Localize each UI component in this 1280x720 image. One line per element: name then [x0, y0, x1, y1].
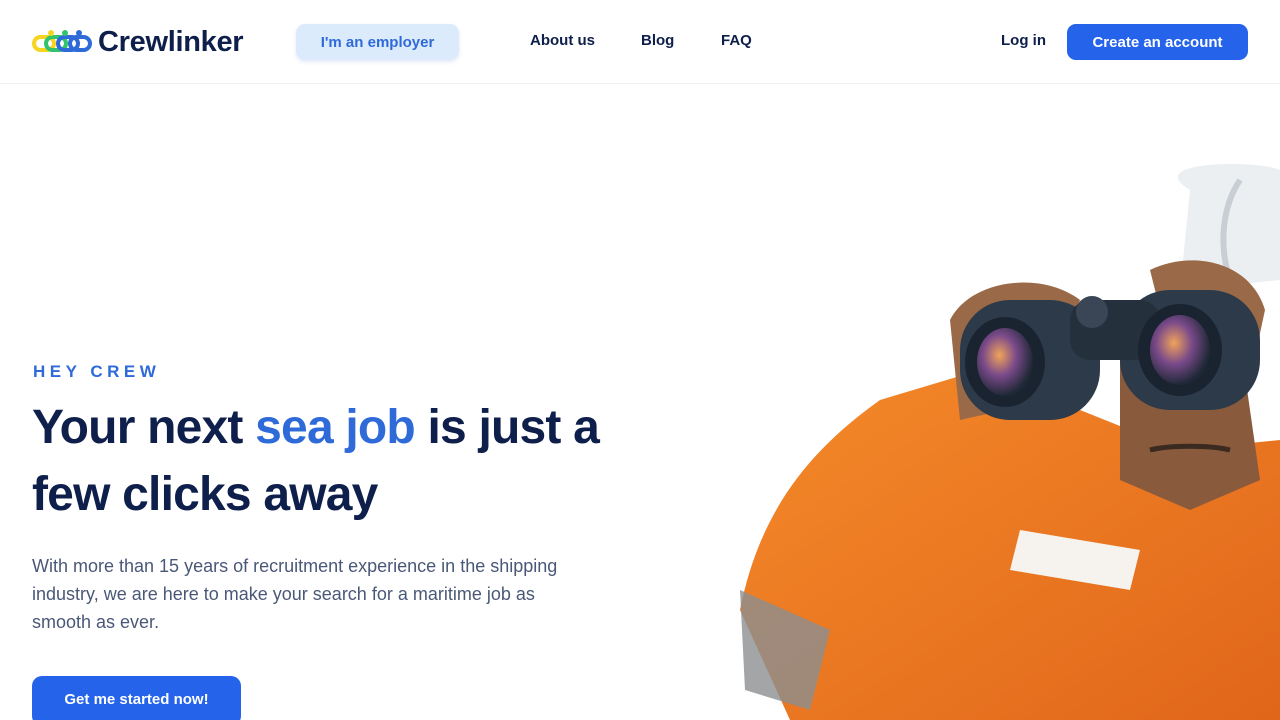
- top-navigation-bar: Crewlinker I'm an employer About us Blog…: [0, 0, 1280, 84]
- headline-accent: sea job: [255, 401, 416, 454]
- get-started-label: Get me started now!: [64, 690, 209, 708]
- nav-link-blog[interactable]: Blog: [641, 32, 674, 49]
- headline-part-1: Your next: [32, 401, 256, 454]
- login-link[interactable]: Log in: [1001, 32, 1046, 49]
- chain-link-logo-icon: [32, 30, 92, 52]
- crewlinker-logo[interactable]: Crewlinker: [32, 24, 244, 60]
- brand-name: Crewlinker: [98, 25, 244, 58]
- hero-eyebrow: HEY CREW: [33, 362, 161, 381]
- hero-description: With more than 15 years of recruitment e…: [32, 556, 558, 632]
- get-started-button[interactable]: Get me started now!: [32, 676, 241, 720]
- create-account-button[interactable]: Create an account: [1067, 24, 1248, 60]
- nav-link-faq[interactable]: FAQ: [721, 32, 752, 49]
- nav-link-about-us[interactable]: About us: [530, 32, 595, 49]
- hero-headline: Your next sea job is just a few clicks a…: [32, 394, 632, 528]
- employer-button[interactable]: I'm an employer: [296, 24, 459, 60]
- seafarer-with-binoculars-photo: [740, 164, 1280, 720]
